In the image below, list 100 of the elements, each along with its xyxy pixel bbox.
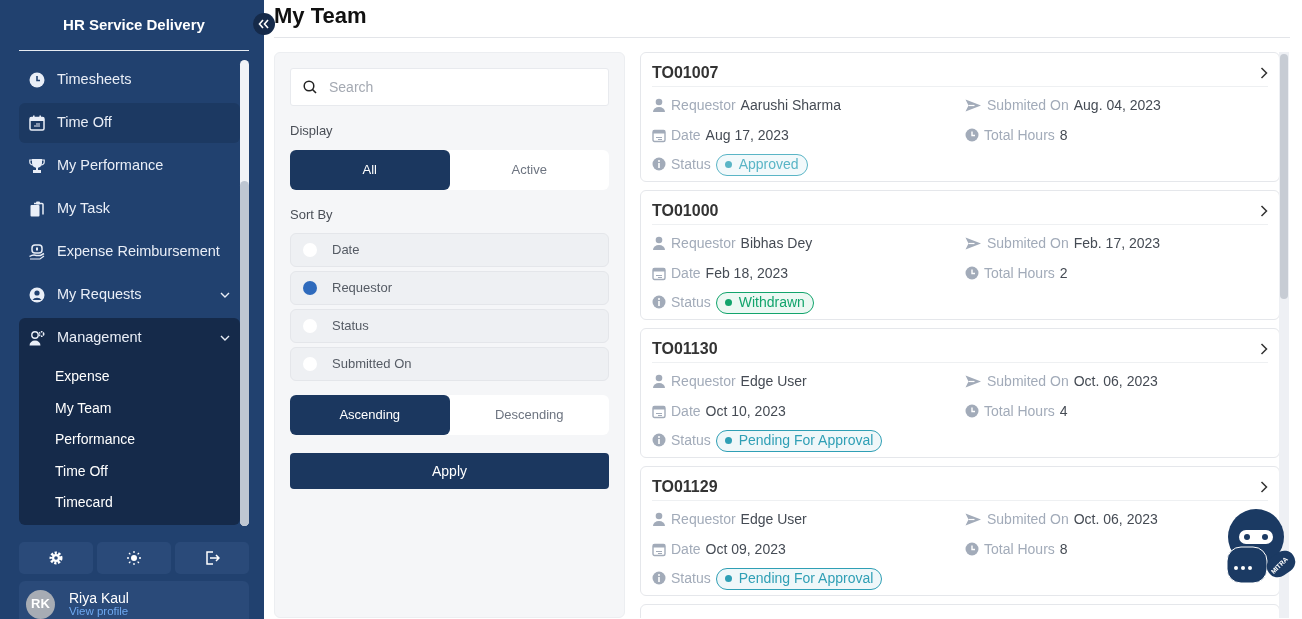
field-value: Feb. 17, 2023 <box>1073 234 1161 254</box>
request-card[interactable]: TO01130 Requestor Edge User Submited On Oct. 06, 2023 Date Oct 10, 2023 Total Hours 4 Status Pending For Approval <box>640 328 1280 458</box>
sort-option[interactable]: Date <box>290 233 609 267</box>
nav-item[interactable]: Timesheets <box>19 60 240 100</box>
field-label: Date <box>671 263 701 283</box>
send-icon <box>965 236 982 252</box>
field-label: Status <box>671 569 711 589</box>
double-chevron-left-icon <box>258 19 270 29</box>
field-label: Status <box>671 155 711 175</box>
radio-button[interactable] <box>303 281 317 295</box>
sort-option[interactable]: Status <box>290 309 609 343</box>
scrollbar-thumb[interactable] <box>240 181 249 526</box>
trophy-icon <box>29 158 45 174</box>
chevron-right-icon[interactable] <box>1260 66 1268 79</box>
clipboard-icon <box>29 201 45 217</box>
status-pill: Approved <box>715 153 808 176</box>
field-value: Oct 10, 2023 <box>705 401 786 421</box>
field-label: Requestor <box>671 372 736 392</box>
logout-icon <box>204 550 220 566</box>
field-label: Submited On <box>987 96 1069 116</box>
apply-button[interactable]: Apply <box>290 453 609 489</box>
field-label: Requestor <box>671 234 736 254</box>
user-circle-icon <box>29 287 45 303</box>
display-toggle[interactable]: All <box>290 149 450 190</box>
nav-item[interactable]: Time Off <box>19 103 240 143</box>
settings-icon <box>48 550 64 566</box>
nav-item[interactable]: My Task <box>19 189 240 229</box>
calendar-icon <box>652 541 666 557</box>
option-label: Submitted On <box>332 355 412 374</box>
search-field[interactable]: Search <box>290 68 609 106</box>
field-value: Aarushi Sharma <box>740 96 841 116</box>
field-value: 8 <box>1059 539 1068 559</box>
field-label: Submited On <box>987 234 1069 254</box>
nav-item[interactable]: My Performance <box>19 146 240 186</box>
field-label: Submited On <box>987 372 1069 392</box>
calendar-icon <box>29 115 45 131</box>
status-pill: Pending For Approval <box>715 567 883 590</box>
sidebar-scrollbar[interactable] <box>240 60 249 526</box>
field-label: Date <box>671 401 701 421</box>
field-value: Bibhas Dey <box>740 234 813 254</box>
chevron-right-icon[interactable] <box>1260 342 1268 355</box>
view-profile-link[interactable]: View profile <box>69 605 129 618</box>
order-toggle[interactable]: Ascending <box>290 395 450 435</box>
clock-icon <box>965 127 979 143</box>
info-icon <box>652 571 666 587</box>
field-value: Feb 18, 2023 <box>705 263 789 283</box>
nav-subitem[interactable]: My Team <box>19 392 240 424</box>
option-label: Date <box>332 241 360 260</box>
scrollbar-thumb[interactable] <box>1280 54 1288 299</box>
field-label: Total Hours <box>984 125 1055 145</box>
nav-subitem[interactable]: Timecard <box>19 487 240 519</box>
nav-item[interactable]: Management <box>19 318 240 358</box>
logout-button[interactable] <box>175 542 249 574</box>
field-label: Total Hours <box>984 539 1055 559</box>
send-icon <box>965 512 982 528</box>
info-icon <box>652 433 666 449</box>
people-gear-icon <box>29 330 45 346</box>
request-card[interactable]: TO01007 Requestor Aarushi Sharma Submited On Aug. 04, 2023 Date Aug 17, 2023 Total Hours 8 Status Approved <box>640 52 1280 182</box>
user-icon <box>652 236 666 252</box>
field-value: Aug. 04, 2023 <box>1073 96 1161 116</box>
nav-subitem[interactable]: Expense <box>19 361 240 393</box>
sort-label: Sort By <box>290 205 334 224</box>
calendar-icon <box>652 403 666 419</box>
info-icon <box>652 295 666 311</box>
request-card[interactable]: TO01000 Requestor Bibhas Dey Submited On Feb. 17, 2023 Date Feb 18, 2023 Total Hours 2 Status Withdrawn <box>640 190 1280 320</box>
field-value: 8 <box>1059 125 1068 145</box>
collapse-button[interactable] <box>253 13 275 35</box>
field-value: 2 <box>1059 263 1068 283</box>
clock-icon <box>965 541 979 557</box>
chevron-down-icon <box>220 292 230 298</box>
field-label: Date <box>671 539 701 559</box>
display-label: Display <box>290 122 334 140</box>
theme-button[interactable] <box>97 542 171 574</box>
field-value: Edge User <box>740 510 807 530</box>
chevron-right-icon[interactable] <box>1260 480 1268 493</box>
status-pill: Pending For Approval <box>715 429 883 452</box>
field-value: Oct. 06, 2023 <box>1073 372 1158 392</box>
display-toggle[interactable]: Active <box>449 149 609 190</box>
chevron-right-icon[interactable] <box>1260 204 1268 217</box>
sort-option[interactable]: Submitted On <box>290 347 609 381</box>
user-avatar: RK <box>26 589 55 619</box>
user-icon <box>652 98 666 114</box>
request-id: TO01130 <box>652 338 718 359</box>
settings-button[interactable] <box>19 542 93 574</box>
field-label: Total Hours <box>984 401 1055 421</box>
sort-option[interactable]: Requestor <box>290 271 609 305</box>
nav-item[interactable]: My Requests <box>19 275 240 315</box>
chevron-down-icon <box>220 335 230 341</box>
nav-subitem[interactable]: Performance <box>19 424 240 456</box>
nav-item[interactable]: Expense Reimbursement <box>19 232 240 272</box>
clock-icon <box>29 72 45 88</box>
page-title: My Team <box>274 0 1290 38</box>
status-pill: Withdrawn <box>715 291 814 314</box>
field-value: Oct. 06, 2023 <box>1073 510 1158 530</box>
app-title: HR Service Delivery <box>19 0 249 51</box>
nav-subitem[interactable]: Time Off <box>19 455 240 487</box>
request-id: TO01000 <box>652 200 719 221</box>
user-name: Riya Kaul <box>69 590 129 606</box>
search-icon <box>303 80 317 94</box>
order-toggle[interactable]: Descending <box>449 395 609 435</box>
